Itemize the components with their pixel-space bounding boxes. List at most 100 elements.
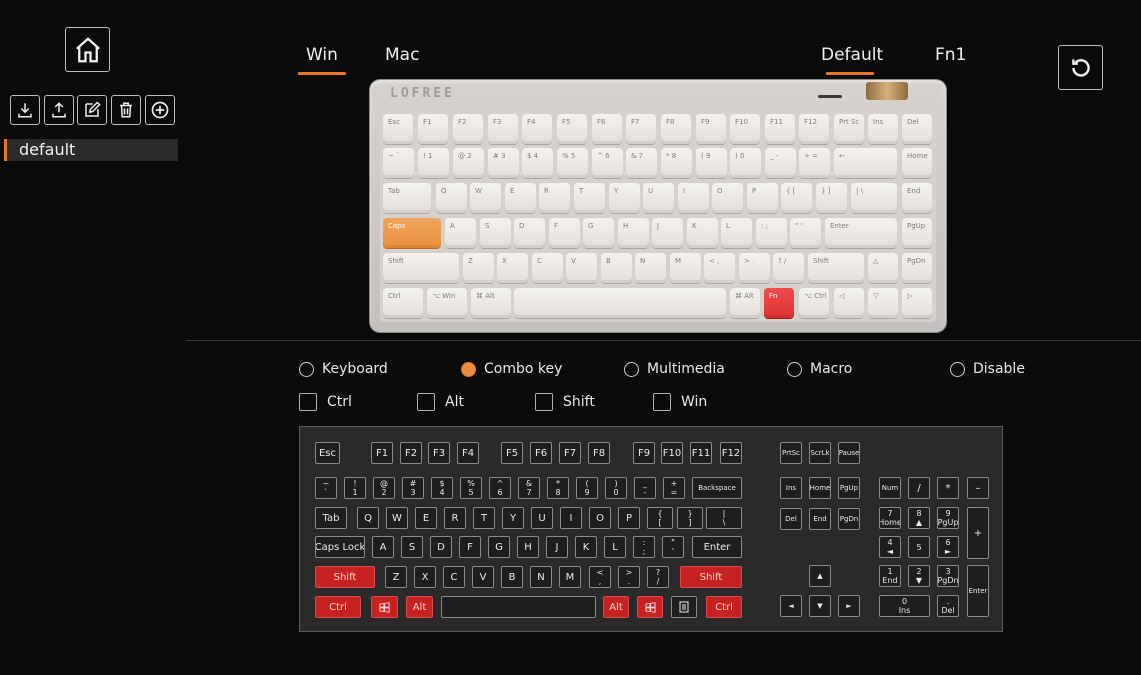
tab-mac[interactable]: Mac xyxy=(385,45,419,65)
vkey[interactable]: F12 xyxy=(720,442,742,464)
tab-win[interactable]: Win xyxy=(306,45,338,65)
preview-key[interactable]: Tab xyxy=(383,183,431,213)
vkey[interactable]: I xyxy=(560,507,582,529)
preview-key[interactable]: F xyxy=(549,218,580,248)
preview-key[interactable]: } ] xyxy=(816,183,847,213)
vkey-backspace[interactable]: Backspace xyxy=(692,477,742,499)
vkey[interactable]: @ 2 xyxy=(373,477,395,499)
edit-button[interactable] xyxy=(77,95,107,125)
delete-button[interactable] xyxy=(111,95,141,125)
vkey[interactable]: X xyxy=(414,566,436,588)
preview-key[interactable]: Shift xyxy=(808,253,864,283)
preview-key[interactable]: S xyxy=(480,218,511,248)
import-button[interactable] xyxy=(10,95,40,125)
preview-key[interactable]: △ xyxy=(868,253,898,283)
modifier-shift[interactable]: Shift xyxy=(535,393,595,411)
preview-key[interactable]: ◁ xyxy=(834,288,864,318)
vkey[interactable]: 7 Home xyxy=(879,507,901,529)
preview-key[interactable]: Home xyxy=(902,148,932,178)
preview-key[interactable]: $ 4 xyxy=(522,148,553,178)
preview-key[interactable]: # 3 xyxy=(488,148,519,178)
vkey-ctrl-left[interactable]: Ctrl xyxy=(315,596,361,618)
vkey[interactable]: P xyxy=(618,507,640,529)
vkey[interactable]: * xyxy=(937,477,959,499)
vkey-space[interactable] xyxy=(441,596,596,618)
preview-key[interactable]: Y xyxy=(609,183,640,213)
home-button[interactable] xyxy=(65,27,110,72)
preview-key[interactable]: G xyxy=(583,218,614,248)
add-button[interactable] xyxy=(145,95,175,125)
preview-key[interactable]: " ' xyxy=(790,218,821,248)
vkey[interactable]: & 7 xyxy=(518,477,540,499)
vkey[interactable]: H xyxy=(517,536,539,558)
tab-default[interactable]: Default xyxy=(821,45,883,65)
vkey[interactable]: F xyxy=(459,536,481,558)
vkey[interactable]: L xyxy=(604,536,626,558)
vkey[interactable]: R xyxy=(444,507,466,529)
preview-key[interactable]: F5 xyxy=(557,114,587,144)
vkey[interactable]: A xyxy=(372,536,394,558)
vkey[interactable]: % 5 xyxy=(460,477,482,499)
preview-key[interactable]: | \ xyxy=(851,183,897,213)
vkey[interactable]: U xyxy=(531,507,553,529)
preview-key[interactable]: E xyxy=(505,183,536,213)
preview-key[interactable]: % 5 xyxy=(557,148,588,178)
vkey[interactable]: > . xyxy=(618,566,640,588)
preview-key[interactable]: Prt Sc xyxy=(834,114,864,144)
vkey[interactable]: 3 PgDn xyxy=(937,565,959,587)
vkey[interactable]: " ' xyxy=(662,536,684,558)
preview-key[interactable]: ( 9 xyxy=(696,148,727,178)
vkey[interactable]: PgUp xyxy=(838,477,860,499)
vkey[interactable]: Home xyxy=(809,477,831,499)
vkey[interactable]: Esc xyxy=(315,442,340,464)
vkey-win-left[interactable] xyxy=(371,596,398,618)
preview-key[interactable]: F11 xyxy=(765,114,795,144)
vkey[interactable]: F3 xyxy=(428,442,450,464)
preview-key[interactable]: F2 xyxy=(453,114,483,144)
vkey-arrow-right[interactable]: ► xyxy=(838,595,860,617)
preview-key[interactable]: F10 xyxy=(730,114,760,144)
vkey[interactable]: M xyxy=(559,566,581,588)
vkey-arrow-left[interactable]: ◄ xyxy=(780,595,802,617)
vkey[interactable]: } ] xyxy=(677,507,703,529)
preview-key[interactable]: Z xyxy=(463,253,494,283)
vkey[interactable]: { [ xyxy=(647,507,673,529)
vkey[interactable]: E xyxy=(415,507,437,529)
vkey[interactable]: _ - xyxy=(634,477,656,499)
vkey[interactable]: 6 ► xyxy=(937,536,959,558)
vkey-shift-right[interactable]: Shift xyxy=(680,566,742,588)
preview-key[interactable]: V xyxy=(566,253,597,283)
preview-key[interactable]: Esc xyxy=(383,114,413,144)
vkey[interactable]: Num xyxy=(879,477,901,499)
vkey[interactable]: F1 xyxy=(371,442,393,464)
preview-key[interactable]: ⌘ Alt xyxy=(471,288,511,318)
vkey-alt-left[interactable]: Alt xyxy=(406,596,433,618)
vkey[interactable]: T xyxy=(473,507,495,529)
preview-key[interactable]: L xyxy=(721,218,752,248)
vkey-menu[interactable] xyxy=(671,596,697,618)
vkey[interactable]: ( 9 xyxy=(576,477,598,499)
preview-key[interactable]: P xyxy=(747,183,778,213)
vkey[interactable]: – xyxy=(967,477,989,499)
vkey[interactable]: F10 xyxy=(661,442,683,464)
vkey[interactable]: G xyxy=(488,536,510,558)
vkey[interactable]: F2 xyxy=(400,442,422,464)
vkey[interactable]: K xyxy=(575,536,597,558)
vkey-capslock[interactable]: Caps Lock xyxy=(315,536,365,558)
vkey[interactable]: ? / xyxy=(647,566,669,588)
vkey[interactable]: : ; xyxy=(633,536,655,558)
vkey[interactable]: ScrLk xyxy=(809,442,831,464)
preview-key[interactable]: _ - xyxy=(765,148,796,178)
vkey-num-dot[interactable]: . Del xyxy=(937,595,959,617)
preview-key[interactable]: F4 xyxy=(522,114,552,144)
vkey[interactable]: * 8 xyxy=(547,477,569,499)
vkey[interactable]: ! 1 xyxy=(344,477,366,499)
preview-key[interactable]: F3 xyxy=(488,114,518,144)
tab-fn1[interactable]: Fn1 xyxy=(935,45,966,65)
vkey[interactable]: F7 xyxy=(559,442,581,464)
vkey[interactable]: D xyxy=(430,536,452,558)
vkey[interactable]: F5 xyxy=(501,442,523,464)
vkey[interactable]: 8 ▲ xyxy=(908,507,930,529)
vkey[interactable]: C xyxy=(443,566,465,588)
preview-key[interactable]: F8 xyxy=(661,114,691,144)
